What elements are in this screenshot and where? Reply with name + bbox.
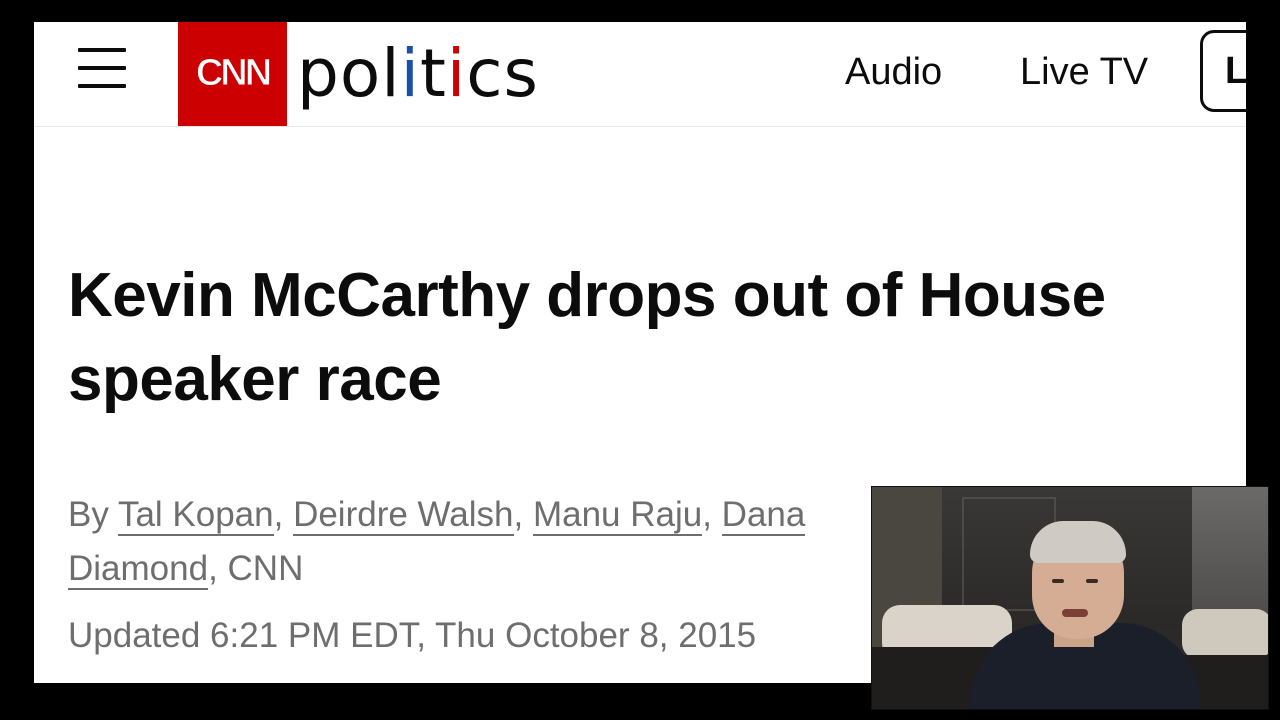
menu-icon-bar (78, 48, 126, 52)
presenter-eye (1052, 579, 1064, 583)
site-header: CNN politics Audio Live TV L (34, 22, 1246, 127)
byline-suffix: , CNN (208, 549, 304, 588)
author-link[interactable]: Tal Kopan (117, 495, 274, 536)
presenter-mouth (1062, 609, 1088, 617)
section-title-red-i: i (446, 35, 467, 112)
author-link[interactable]: Manu Raju (532, 495, 703, 536)
webcam-overlay (871, 486, 1269, 710)
politics-section-title[interactable]: politics (297, 26, 539, 122)
cnn-logo-text: CNN (195, 52, 272, 95)
section-title-part: t (419, 35, 447, 112)
nav-live-tv-link[interactable]: Live TV (1020, 50, 1148, 94)
presenter-hair (1030, 521, 1126, 563)
hamburger-menu-button[interactable] (78, 46, 126, 90)
author-link[interactable]: Dana (721, 495, 806, 536)
presenter-eye (1086, 579, 1098, 583)
section-title-part: cs (466, 35, 539, 112)
nav-audio-link[interactable]: Audio (845, 50, 942, 94)
author-link[interactable]: Deirdre Walsh (293, 495, 514, 536)
byline-separator: , (273, 495, 294, 534)
article-timestamp: Updated 6:21 PM EDT, Thu October 8, 2015 (68, 616, 757, 655)
author-link[interactable]: Diamond (68, 549, 209, 590)
byline-separator: , (513, 495, 533, 534)
byline-prefix: By (68, 495, 118, 534)
login-button[interactable]: L (1200, 30, 1246, 112)
byline-separator: , (702, 495, 722, 534)
menu-icon-bar (78, 66, 126, 70)
article-headline: Kevin McCarthy drops out of House speake… (68, 261, 1106, 414)
sofa-cushion (1182, 609, 1268, 659)
section-title-blue-i: i (400, 35, 420, 112)
section-title-part: pol (297, 35, 401, 112)
menu-icon-bar (78, 84, 126, 88)
login-button-label: L (1225, 50, 1246, 92)
cnn-logo[interactable]: CNN (178, 22, 287, 126)
